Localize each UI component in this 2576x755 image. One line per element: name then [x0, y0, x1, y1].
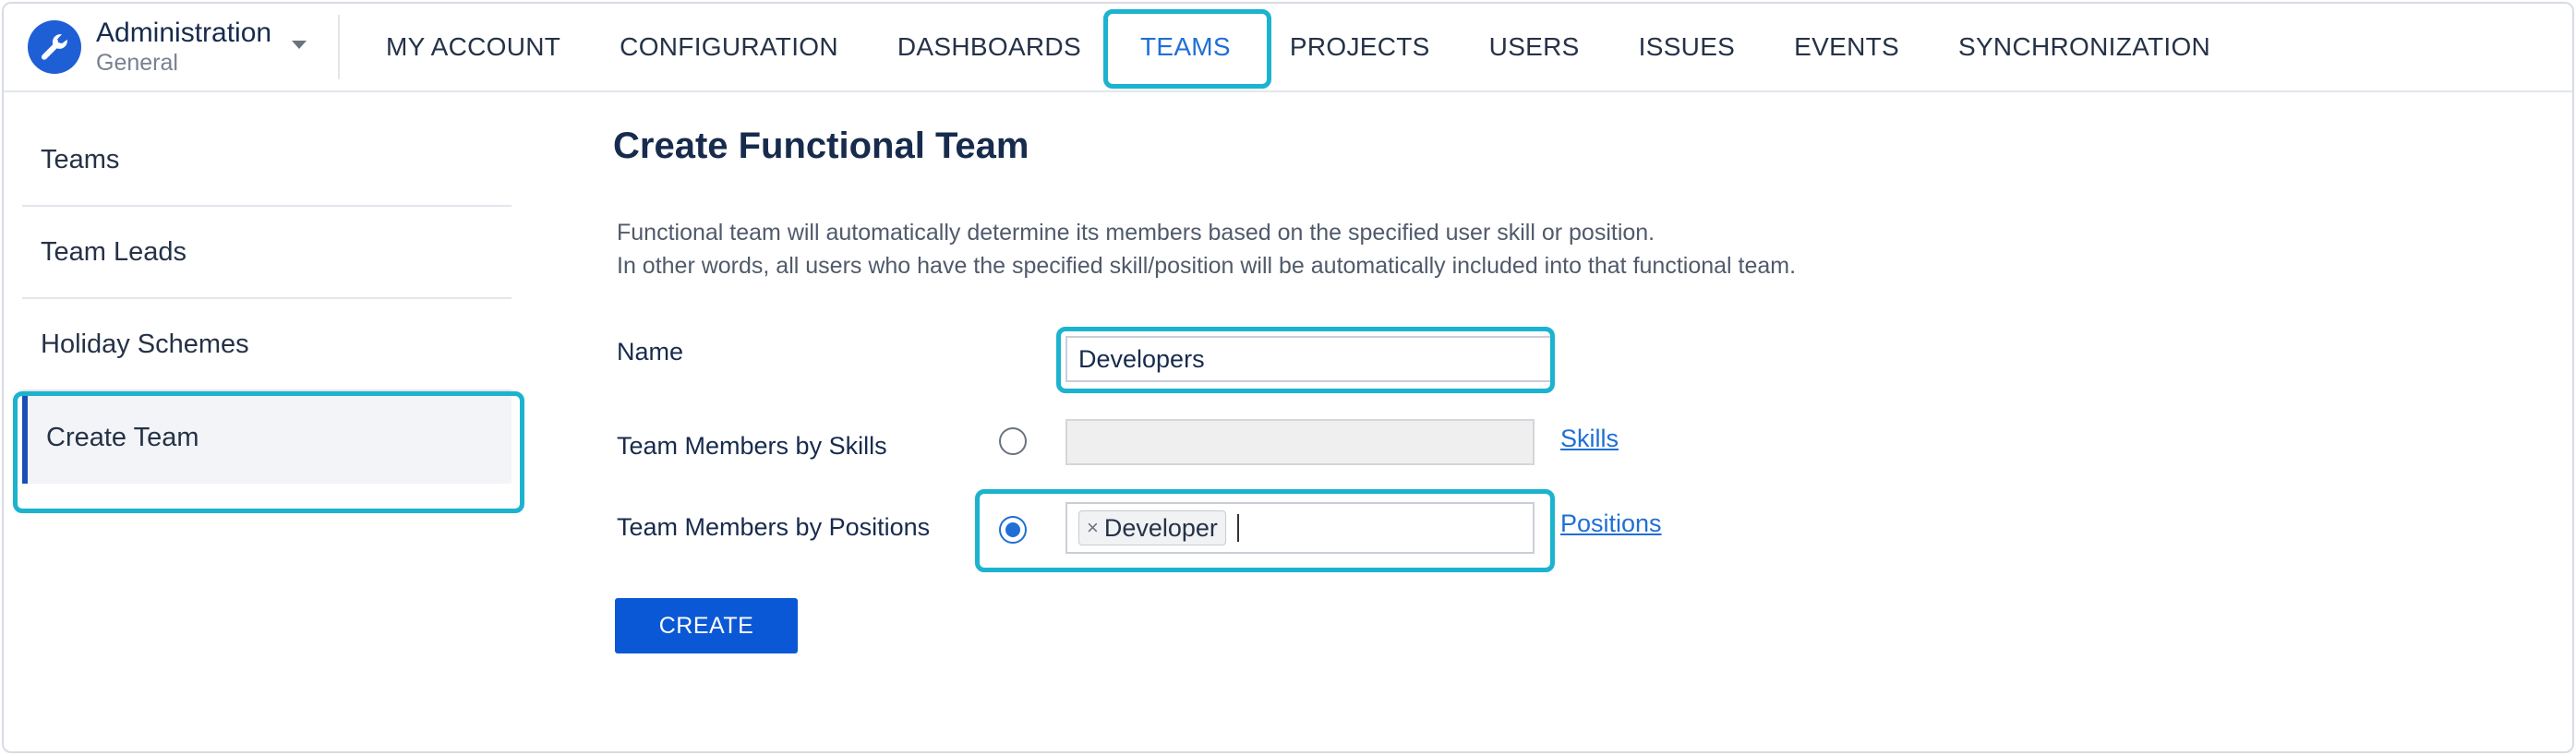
main-nav: MY ACCOUNT CONFIGURATION DASHBOARDS TEAM… [356, 4, 2240, 90]
wrench-icon [28, 20, 81, 74]
nav-users[interactable]: USERS [1460, 4, 1609, 90]
positions-input[interactable]: × Developer [1065, 502, 1535, 554]
sidebar-item-teams[interactable]: Teams [22, 114, 512, 207]
skills-input [1065, 419, 1535, 465]
name-label: Name [617, 338, 684, 366]
positions-link[interactable]: Positions [1560, 509, 1662, 538]
page-title: Create Functional Team [613, 126, 1029, 166]
create-button[interactable]: CREATE [615, 598, 798, 653]
app-switcher[interactable]: Administration General [28, 17, 307, 78]
sidebar-item-create-team[interactable]: Create Team [22, 391, 512, 484]
app-window: Administration General MY ACCOUNT CONFIG… [2, 2, 2574, 753]
sidebar: Teams Team Leads Holiday Schemes Create … [22, 114, 512, 484]
nav-synchronization[interactable]: SYNCHRONIZATION [1929, 4, 2240, 90]
nav-my-account[interactable]: MY ACCOUNT [356, 4, 590, 90]
position-chip-label: Developer [1103, 513, 1218, 542]
text-cursor [1236, 514, 1239, 542]
sidebar-item-team-leads[interactable]: Team Leads [22, 207, 512, 299]
brand-text: Administration General [96, 18, 271, 76]
nav-teams[interactable]: TEAMS [1111, 4, 1260, 90]
positions-radio[interactable] [999, 516, 1027, 544]
nav-configuration[interactable]: CONFIGURATION [590, 4, 868, 90]
position-chip: × Developer [1078, 510, 1226, 545]
skills-label: Team Members by Skills [617, 432, 887, 460]
brand-title: Administration [96, 18, 272, 49]
nav-events[interactable]: EVENTS [1764, 4, 1929, 90]
nav-divider [338, 15, 340, 79]
name-input[interactable]: Developers [1065, 336, 1553, 382]
description-line-2: In other words, all users who have the s… [617, 253, 1797, 280]
caret-down-icon [292, 40, 307, 49]
nav-projects[interactable]: PROJECTS [1260, 4, 1460, 90]
nav-dashboards[interactable]: DASHBOARDS [868, 4, 1111, 90]
top-navigation-bar: Administration General MY ACCOUNT CONFIG… [4, 4, 2572, 92]
remove-chip-icon[interactable]: × [1087, 516, 1099, 540]
brand-subtitle: General [96, 49, 178, 76]
description: Functional team will automatically deter… [617, 216, 1796, 283]
description-line-1: Functional team will automatically deter… [617, 220, 1655, 246]
skills-link[interactable]: Skills [1560, 425, 1619, 453]
positions-label: Team Members by Positions [617, 513, 931, 541]
skills-radio[interactable] [999, 427, 1027, 455]
nav-issues[interactable]: ISSUES [1609, 4, 1765, 90]
sidebar-item-holiday-schemes[interactable]: Holiday Schemes [22, 299, 512, 391]
